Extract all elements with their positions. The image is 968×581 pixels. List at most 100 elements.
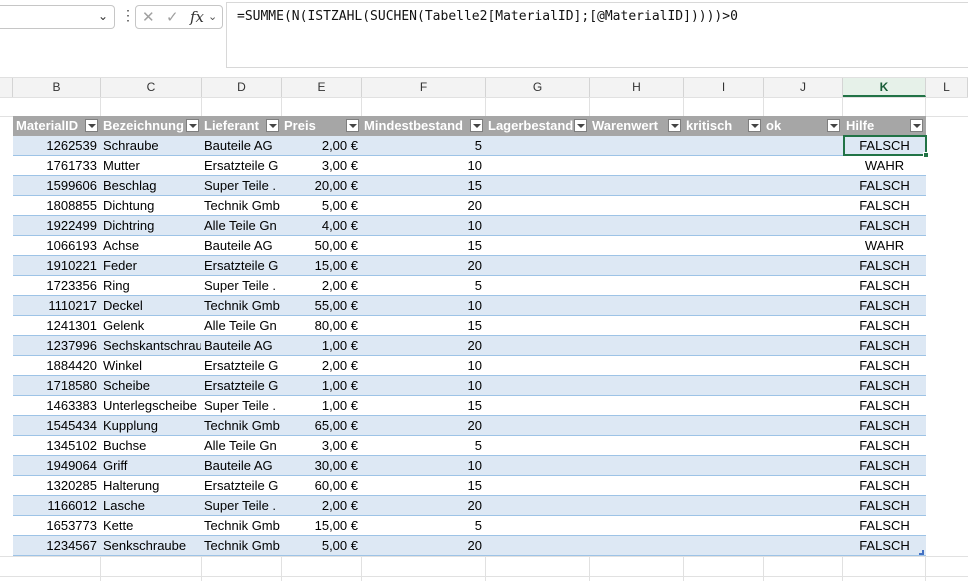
cell-empty[interactable] [485,276,589,296]
cell-empty[interactable] [683,536,763,556]
cell-name[interactable]: Achse [100,236,201,256]
chevron-down-icon[interactable]: ⌄ [208,10,217,23]
insert-function-icon[interactable]: fx [190,8,204,26]
cell-name[interactable]: Griff [100,456,201,476]
cell-id[interactable]: 1110217 [13,296,100,316]
cell-id[interactable]: 1599606 [13,176,100,196]
cell-empty[interactable] [683,416,763,436]
cell-price[interactable]: 15,00 € [281,516,361,536]
cell-empty[interactable] [485,436,589,456]
cell-help[interactable]: FALSCH [843,276,926,296]
cell-name[interactable]: Sechskantschrau [100,336,201,356]
cell-help[interactable]: FALSCH [843,536,926,556]
cell-empty[interactable] [683,436,763,456]
cell-price[interactable]: 2,00 € [281,136,361,156]
cell-min[interactable]: 20 [361,336,485,356]
cell-id[interactable]: 1237996 [13,336,100,356]
cell-supplier[interactable]: Technik Gmb [201,536,281,556]
cell-name[interactable]: Senkschraube [100,536,201,556]
cell-name[interactable]: Dichtung [100,196,201,216]
cell-empty[interactable] [683,176,763,196]
cell-name[interactable]: Kette [100,516,201,536]
cell-min[interactable]: 10 [361,356,485,376]
filter-dropdown-icon[interactable] [668,119,681,132]
filter-dropdown-icon[interactable] [85,119,98,132]
cell-empty[interactable] [589,536,683,556]
cell-empty[interactable] [763,516,843,536]
cell-empty[interactable] [763,396,843,416]
cell-empty[interactable] [763,456,843,476]
cell-empty[interactable] [683,216,763,236]
cell-min[interactable]: 15 [361,236,485,256]
cell-id[interactable]: 1922499 [13,216,100,236]
cell-empty[interactable] [683,376,763,396]
cell-empty[interactable] [589,356,683,376]
cell-price[interactable]: 60,00 € [281,476,361,496]
cell-supplier[interactable]: Ersatzteile G [201,156,281,176]
cell-empty[interactable] [485,376,589,396]
cell-min[interactable]: 10 [361,296,485,316]
cell-help[interactable]: FALSCH [843,296,926,316]
cell-empty[interactable] [683,136,763,156]
column-header-c[interactable]: C [101,78,202,97]
cell-price[interactable]: 20,00 € [281,176,361,196]
cell-supplier[interactable]: Ersatzteile G [201,356,281,376]
cell-supplier[interactable]: Technik Gmb [201,416,281,436]
cell-name[interactable]: Winkel [100,356,201,376]
enter-icon[interactable]: ✓ [166,8,179,26]
cell-id[interactable]: 1884420 [13,356,100,376]
cell-help[interactable]: FALSCH [843,416,926,436]
fill-handle[interactable] [923,152,929,158]
cell-min[interactable]: 5 [361,136,485,156]
cell-min[interactable]: 10 [361,216,485,236]
cell-empty[interactable] [589,436,683,456]
cell-empty[interactable] [589,296,683,316]
column-header-h[interactable]: H [590,78,684,97]
cell-help[interactable]: FALSCH [843,456,926,476]
cell-help[interactable]: FALSCH [843,316,926,336]
cell-empty[interactable] [485,396,589,416]
cell-min[interactable]: 15 [361,396,485,416]
worksheet-grid[interactable]: MaterialID Bezeichnung Lieferant Preis M… [0,97,968,581]
select-all-corner[interactable] [0,78,13,97]
cell-price[interactable]: 80,00 € [281,316,361,336]
cell-min[interactable]: 10 [361,456,485,476]
cell-price[interactable]: 50,00 € [281,236,361,256]
cell-empty[interactable] [485,476,589,496]
cell-empty[interactable] [683,296,763,316]
cell-empty[interactable] [589,476,683,496]
cell-empty[interactable] [485,236,589,256]
cell-empty[interactable] [589,376,683,396]
chevron-down-icon[interactable]: ⌄ [98,9,108,23]
cell-empty[interactable] [485,496,589,516]
cell-empty[interactable] [485,336,589,356]
cell-help[interactable]: FALSCH [843,256,926,276]
cell-id[interactable]: 1320285 [13,476,100,496]
cell-empty[interactable] [485,416,589,436]
cell-empty[interactable] [589,156,683,176]
cell-empty[interactable] [763,416,843,436]
formula-input[interactable]: =SUMME(N(ISTZAHL(SUCHEN(Tabelle2[Materia… [226,2,968,68]
cell-supplier[interactable]: Ersatzteile G [201,376,281,396]
cell-empty[interactable] [485,136,589,156]
cell-empty[interactable] [683,476,763,496]
cell-help[interactable]: FALSCH [843,196,926,216]
cell-name[interactable]: Halterung [100,476,201,496]
cell-empty[interactable] [683,516,763,536]
name-box[interactable]: ⌄ [0,5,115,29]
column-header-f[interactable]: F [362,78,486,97]
cell-supplier[interactable]: Alle Teile Gn [201,216,281,236]
table-resize-handle[interactable] [919,550,924,555]
cell-empty[interactable] [763,356,843,376]
cell-empty[interactable] [589,236,683,256]
cell-empty[interactable] [485,456,589,476]
cell-min[interactable]: 15 [361,476,485,496]
filter-dropdown-icon[interactable] [574,119,587,132]
cell-empty[interactable] [763,336,843,356]
cell-empty[interactable] [763,196,843,216]
cell-price[interactable]: 5,00 € [281,196,361,216]
cell-price[interactable]: 2,00 € [281,496,361,516]
cell-price[interactable]: 4,00 € [281,216,361,236]
cell-empty[interactable] [485,356,589,376]
cell-empty[interactable] [763,216,843,236]
